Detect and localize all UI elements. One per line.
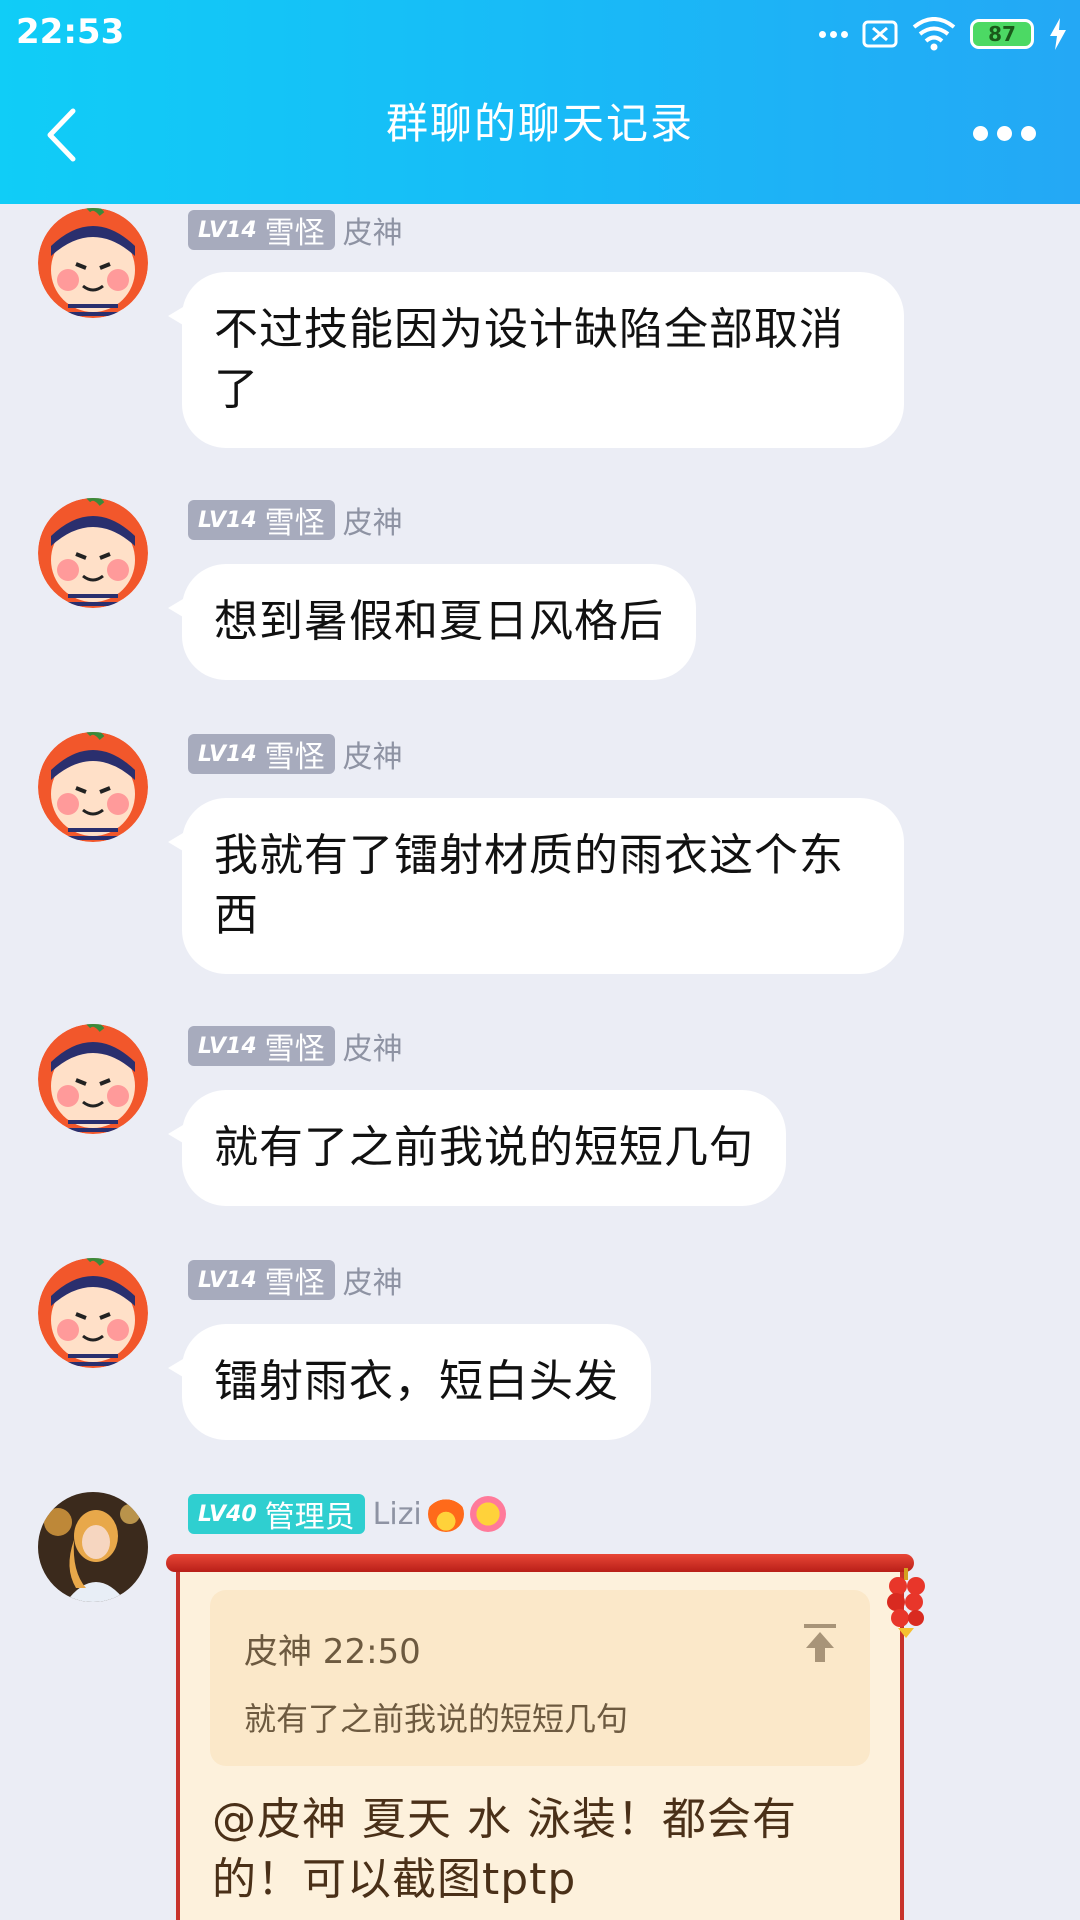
level-label: LV14	[198, 1033, 257, 1059]
message-bubble[interactable]: 不过技能因为设计缺陷全部取消了	[168, 272, 904, 448]
sender-meta: LV14 雪怪 皮神	[188, 498, 403, 542]
sender-name[interactable]: 皮神	[343, 1024, 403, 1068]
sender-meta: LV14 雪怪 皮神	[188, 732, 403, 776]
reply-message-text: @皮神 夏天 水 泳装！都会有的！可以截图tptp	[212, 1794, 797, 1905]
sender-name[interactable]: 皮神	[343, 732, 403, 776]
message-item: LV14 雪怪 皮神 镭射雨衣，短白头发	[0, 1258, 1080, 1448]
badge-title: 雪怪	[264, 506, 325, 541]
level-label: LV14	[198, 507, 257, 533]
scroll-rod-decoration	[166, 1554, 914, 1572]
quoted-text: 就有了之前我说的短短几句	[244, 1700, 629, 1738]
more-options-button[interactable]	[964, 118, 1036, 148]
sender-name[interactable]: 皮神	[343, 498, 403, 542]
badge-title: 雪怪	[264, 216, 325, 251]
badge-title: 雪怪	[264, 740, 325, 775]
charging-icon	[1050, 18, 1066, 50]
sender-meta: LV14 雪怪 皮神	[188, 208, 403, 252]
sender-meta: LV14 雪怪 皮神	[188, 1258, 403, 1302]
sender-name[interactable]: Lizi	[373, 1497, 422, 1532]
avatar[interactable]	[38, 1258, 148, 1368]
firecracker-decoration-icon	[887, 1568, 925, 1638]
status-icons: 87	[801, 14, 1068, 54]
wifi-icon	[912, 17, 956, 51]
battery-icon: 87	[970, 19, 1034, 49]
quoted-message[interactable]: 皮神 22:50 就有了之前我说的短短几句	[210, 1590, 870, 1766]
message-text: 不过技能因为设计缺陷全部取消了	[214, 304, 844, 415]
message-item: LV14 雪怪 皮神 就有了之前我说的短短几句	[0, 1024, 1080, 1214]
sender-meta: LV40 管理员 Lizi	[188, 1494, 506, 1535]
level-badge: LV14 雪怪	[188, 734, 335, 775]
apple-face-avatar-icon	[38, 1258, 148, 1368]
header-bar: 22:53 87 群聊的聊天记录	[0, 0, 1080, 204]
quoted-author-time: 皮神 22:50	[244, 1632, 421, 1672]
fire-icon	[427, 1496, 464, 1532]
level-badge: LV14 雪怪	[188, 1260, 335, 1301]
message-item: LV14 雪怪 皮神 想到暑假和夏日风格后	[0, 498, 1080, 688]
level-badge: LV14 雪怪	[188, 210, 335, 251]
message-bubble[interactable]: 想到暑假和夏日风格后	[168, 564, 696, 680]
message-text: 我就有了镭射材质的雨衣这个东西	[214, 830, 844, 941]
message-text: 就有了之前我说的短短几句	[214, 1122, 754, 1173]
message-item: LV14 雪怪 皮神 不过技能因为设计缺陷全部取消了	[0, 208, 1080, 468]
level-label: LV14	[198, 741, 257, 767]
avatar[interactable]	[38, 1492, 148, 1602]
more-notifications-icon	[815, 30, 848, 38]
page-title: 群聊的聊天记录	[385, 99, 694, 148]
chat-history-screen: 22:53 87 群聊的聊天记录 LV14 雪怪 皮神 不过技能因为设计缺陷全部…	[0, 0, 1080, 1920]
message-bubble[interactable]: 镭射雨衣，短白头发	[168, 1324, 651, 1440]
badge-title: 雪怪	[264, 1032, 325, 1067]
level-badge: LV14 雪怪	[188, 1026, 335, 1067]
message-item: LV40 管理员 Lizi	[0, 1492, 1080, 1602]
badge-title: 管理员	[264, 1500, 355, 1535]
jump-to-top-icon[interactable]	[798, 1620, 842, 1664]
status-time: 22:53	[16, 12, 125, 52]
sender-name[interactable]: 皮神	[343, 208, 403, 252]
message-bubble[interactable]: 就有了之前我说的短短几句	[168, 1090, 786, 1206]
flower-emoji-icon	[469, 1496, 506, 1532]
level-badge: LV40 管理员	[188, 1494, 365, 1535]
sender-meta: LV14 雪怪 皮神	[188, 1024, 403, 1068]
avatar[interactable]	[38, 498, 148, 608]
avatar[interactable]	[38, 1024, 148, 1134]
person-photo-avatar-icon	[38, 1492, 148, 1602]
level-label: LV14	[198, 1267, 257, 1293]
apple-face-avatar-icon	[38, 732, 148, 842]
level-label: LV40	[198, 1501, 257, 1527]
message-item: LV14 雪怪 皮神 我就有了镭射材质的雨衣这个东西	[0, 732, 1080, 992]
apple-face-avatar-icon	[38, 1024, 148, 1134]
no-sim-icon	[862, 20, 898, 48]
badge-title: 雪怪	[264, 1266, 325, 1301]
level-badge: LV14 雪怪	[188, 500, 335, 541]
apple-face-avatar-icon	[38, 208, 148, 318]
avatar[interactable]	[38, 732, 148, 842]
message-text: 想到暑假和夏日风格后	[214, 596, 664, 647]
message-text: 镭射雨衣，短白头发	[214, 1356, 619, 1407]
avatar[interactable]	[38, 208, 148, 318]
sender-name[interactable]: 皮神	[343, 1258, 403, 1302]
message-bubble[interactable]: 我就有了镭射材质的雨衣这个东西	[168, 798, 904, 974]
level-label: LV14	[198, 217, 257, 243]
apple-face-avatar-icon	[38, 498, 148, 608]
